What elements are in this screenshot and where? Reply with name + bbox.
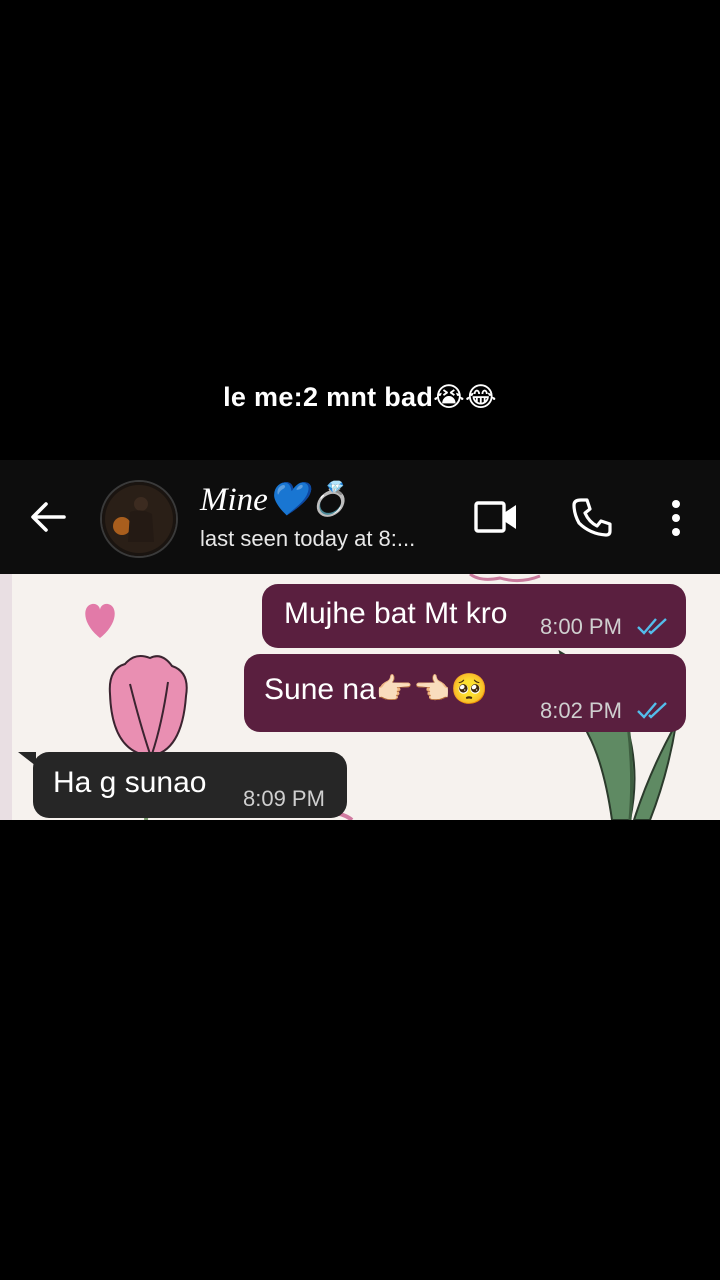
avatar[interactable] [100,480,178,558]
chat-header: Mine💙💍 last seen today at 8:... [0,460,720,574]
contact-name[interactable]: Mine💙💍 [200,480,350,519]
last-seen-status: last seen today at 8:... [200,526,416,551]
back-arrow-icon [31,502,66,532]
double-check-icon [637,618,667,635]
video-caption: le me:2 mnt bad😭😂 [223,382,497,412]
video-call-button[interactable] [470,496,522,538]
voice-call-button[interactable] [568,494,616,540]
video-call-icon [474,501,516,533]
message-bubble-incoming[interactable]: Ha g sunao 8:09 PM [33,752,347,818]
message-bubble-outgoing[interactable]: Sune na👉🏻👈🏻🥺 8:02 PM [244,654,686,732]
message-time: 8:02 PM [540,698,622,723]
chat-screen: Mine💙💍 last seen today at 8:... Mujhe ba… [0,460,720,820]
message-time: 8:09 PM [243,786,325,811]
back-button[interactable] [24,497,72,537]
more-options-button[interactable] [660,496,692,540]
more-options-icon [672,500,680,536]
double-check-icon [637,702,667,719]
message-time: 8:00 PM [540,614,622,639]
message-text: Mujhe bat Mt kro [284,597,508,630]
message-text: Sune na👉🏻👈🏻🥺 [264,673,488,706]
message-bubble-outgoing[interactable]: Mujhe bat Mt kro 8:00 PM [262,584,686,648]
message-text: Ha g sunao [53,766,207,799]
chat-area[interactable]: Mujhe bat Mt kro 8:00 PM Sune na👉🏻👈🏻🥺 8:… [0,574,720,820]
voice-call-icon [572,498,612,537]
